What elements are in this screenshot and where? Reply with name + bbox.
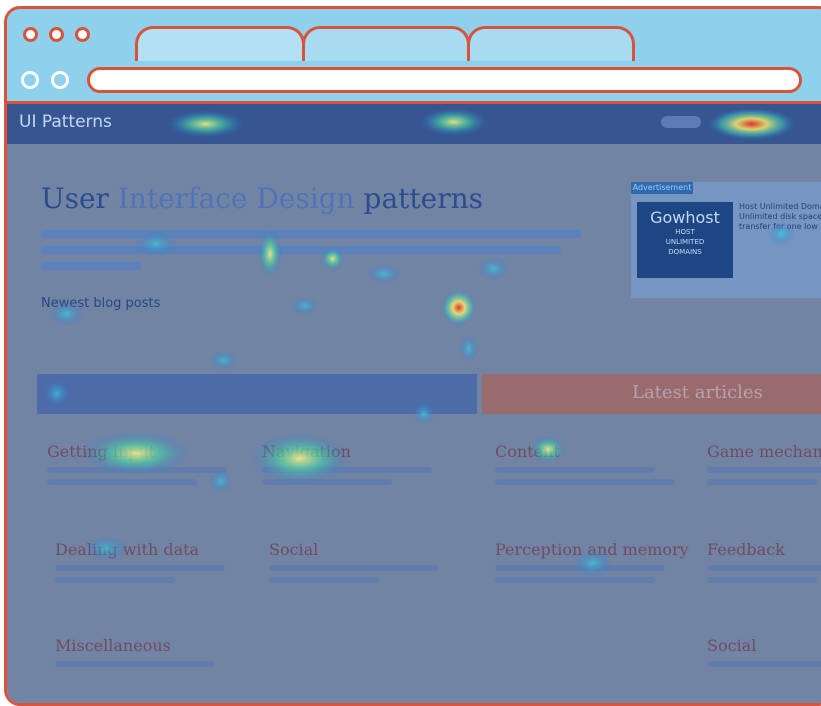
category-feedback[interactable]: Feedback bbox=[707, 540, 821, 583]
category-getting-input[interactable]: Getting input bbox=[47, 442, 247, 485]
back-icon[interactable] bbox=[21, 71, 39, 89]
ad-tagline: UNLIMITED bbox=[665, 238, 705, 246]
category-desc-line bbox=[495, 479, 675, 485]
heat-spot bbox=[477, 256, 510, 281]
url-input[interactable] bbox=[87, 67, 802, 93]
category-title[interactable]: Miscellaneous bbox=[55, 636, 255, 655]
section-banner-title: Latest articles bbox=[632, 382, 763, 403]
category-title[interactable]: Social bbox=[707, 636, 821, 655]
category-desc-line bbox=[47, 479, 197, 485]
browser-tab[interactable] bbox=[467, 26, 635, 64]
category-title[interactable]: Feedback bbox=[707, 540, 821, 559]
category-desc-line bbox=[495, 467, 655, 473]
category-perception-and-memory[interactable]: Perception and memory bbox=[495, 540, 695, 583]
ad-copy: Host Unlimited Domains, Unlimited disk s… bbox=[739, 202, 821, 231]
category-navigation[interactable]: Navigation bbox=[262, 442, 462, 485]
ad-brand: Gowhost bbox=[650, 208, 720, 227]
category-desc-line bbox=[707, 467, 821, 473]
category-title[interactable]: Social bbox=[269, 540, 469, 559]
category-desc-line bbox=[262, 467, 432, 473]
ad-label: Advertisement bbox=[631, 182, 693, 194]
category-desc-line bbox=[707, 577, 817, 583]
category-desc-line bbox=[262, 479, 392, 485]
title-part-accent: Interface Design bbox=[117, 182, 355, 215]
window-close-dot[interactable] bbox=[23, 27, 38, 42]
ad-tagline: HOST bbox=[675, 228, 695, 236]
category-desc-line bbox=[47, 467, 227, 473]
category-title[interactable]: Dealing with data bbox=[55, 540, 255, 559]
browser-window: UI Patterns User Interface Design patter… bbox=[4, 6, 821, 706]
category-desc-line bbox=[55, 565, 225, 571]
heat-spot bbox=[366, 263, 403, 284]
heat-spot bbox=[458, 334, 479, 363]
browser-tab[interactable] bbox=[302, 26, 470, 64]
category-social-2[interactable]: Social bbox=[707, 636, 821, 667]
heat-spot bbox=[290, 296, 319, 315]
ad-tagline: DOMAINS bbox=[668, 248, 702, 256]
title-part: patterns bbox=[354, 182, 484, 215]
page-title: User Interface Design patterns bbox=[41, 182, 483, 215]
title-bar bbox=[7, 9, 821, 64]
web-page-viewport: UI Patterns User Interface Design patter… bbox=[7, 104, 821, 703]
category-title[interactable]: Content bbox=[495, 442, 695, 461]
category-title[interactable]: Game mechanics bbox=[707, 442, 821, 461]
category-miscellaneous[interactable]: Miscellaneous bbox=[55, 636, 255, 667]
forward-icon[interactable] bbox=[51, 71, 69, 89]
site-logo[interactable]: UI Patterns bbox=[19, 112, 112, 132]
category-title[interactable]: Perception and memory bbox=[495, 540, 695, 559]
category-desc-line bbox=[707, 661, 821, 667]
header-nav-item[interactable] bbox=[661, 116, 701, 128]
category-desc-line bbox=[707, 565, 821, 571]
category-desc-line bbox=[55, 577, 175, 583]
title-part: User bbox=[41, 182, 118, 215]
intro-text-line bbox=[41, 246, 561, 254]
browser-tab-active[interactable] bbox=[135, 26, 305, 64]
category-desc-line bbox=[269, 577, 379, 583]
category-game-mechanics[interactable]: Game mechanics bbox=[707, 442, 821, 485]
newest-blog-posts-link[interactable]: Newest blog posts bbox=[41, 296, 160, 311]
window-minimize-dot[interactable] bbox=[49, 27, 64, 42]
site-header: UI Patterns bbox=[7, 104, 821, 144]
category-dealing-with-data[interactable]: Dealing with data bbox=[55, 540, 255, 583]
heat-spot bbox=[440, 289, 477, 326]
ad-logo[interactable]: Gowhost HOST UNLIMITED DOMAINS bbox=[637, 202, 733, 278]
section-banner-right[interactable]: Latest articles bbox=[482, 374, 821, 414]
category-desc-line bbox=[495, 577, 655, 583]
category-desc-line bbox=[495, 565, 665, 571]
category-desc-line bbox=[707, 479, 817, 485]
advertisement[interactable]: Advertisement Gowhost HOST UNLIMITED DOM… bbox=[631, 182, 821, 298]
category-title[interactable]: Getting input bbox=[47, 442, 247, 461]
section-banner-left bbox=[37, 374, 477, 414]
heat-spot bbox=[209, 350, 238, 371]
address-bar-row bbox=[7, 61, 821, 104]
category-social[interactable]: Social bbox=[269, 540, 469, 583]
category-desc-line bbox=[55, 661, 215, 667]
intro-text-line bbox=[41, 230, 581, 238]
window-maximize-dot[interactable] bbox=[75, 27, 90, 42]
category-content[interactable]: Content bbox=[495, 442, 695, 485]
category-title[interactable]: Navigation bbox=[262, 442, 462, 461]
category-desc-line bbox=[269, 565, 439, 571]
intro-text-line bbox=[41, 262, 141, 270]
